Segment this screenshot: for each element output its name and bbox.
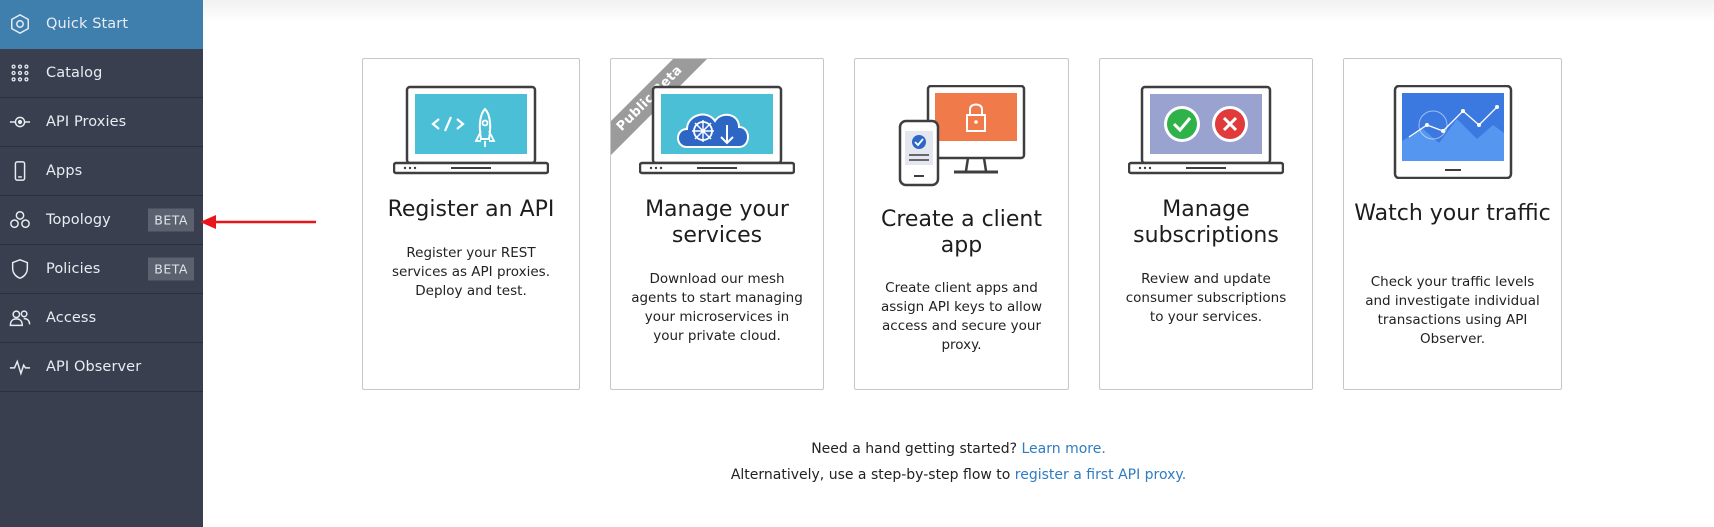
pulse-icon	[9, 356, 31, 378]
sidebar-item-label: Policies	[46, 261, 101, 277]
sidebar-item-quick-start[interactable]: Quick Start	[0, 0, 203, 49]
phone-icon	[9, 160, 31, 182]
sidebar-item-topology[interactable]: Topology BETA	[0, 196, 203, 245]
card-manage-services[interactable]: Public Beta Manage your services Downloa…	[610, 58, 824, 390]
beta-badge: BETA	[148, 257, 194, 281]
card-title: Create a client app	[881, 207, 1042, 258]
card-title: Manage subscriptions	[1133, 197, 1279, 248]
card-title: Watch your traffic	[1354, 201, 1551, 226]
main-top-shadow	[203, 0, 1714, 22]
laptop-chart-icon	[1344, 85, 1561, 179]
annotation-arrow-icon	[200, 215, 316, 229]
learn-more-link[interactable]: Learn more.	[1022, 441, 1106, 457]
sidebar-item-label: Catalog	[46, 65, 103, 81]
monitor-lock-icon	[855, 85, 1068, 187]
card-manage-subscriptions[interactable]: Manage subscriptions Review and update c…	[1099, 58, 1313, 390]
help-line: Need a hand getting started? Learn more.	[203, 441, 1714, 457]
card-watch-traffic[interactable]: Watch your traffic Check your traffic le…	[1343, 58, 1562, 390]
sidebar-item-label: API Proxies	[46, 114, 127, 130]
card-description: Check your traffic levels and investigat…	[1365, 274, 1540, 347]
sidebar-item-label: Topology	[46, 212, 111, 228]
card-create-client-app[interactable]: Create a client app Create client apps a…	[854, 58, 1069, 390]
laptop-rocket-icon	[363, 85, 579, 177]
shield-icon	[9, 258, 31, 280]
card-title: Manage your services	[645, 197, 789, 248]
sidebar: Quick Start Catalog API Proxies Apps Top…	[0, 0, 203, 527]
card-description: Download our mesh agents to start managi…	[631, 271, 803, 344]
api-proxy-icon	[9, 111, 31, 133]
card-description: Create client apps and assign API keys t…	[880, 280, 1043, 353]
laptop-cloud-icon	[611, 85, 823, 177]
card-register-api[interactable]: Register an API Register your REST servi…	[362, 58, 580, 390]
grid-icon	[9, 62, 31, 84]
sidebar-item-catalog[interactable]: Catalog	[0, 49, 203, 98]
card-description: Register your REST services as API proxi…	[392, 245, 550, 299]
card-title: Register an API	[387, 197, 555, 222]
card-description: Review and update consumer subscriptions…	[1125, 271, 1287, 325]
users-icon	[9, 307, 31, 329]
help-text: Need a hand getting started?	[811, 441, 1018, 457]
beta-badge: BETA	[148, 208, 194, 232]
sidebar-item-label: Quick Start	[46, 16, 129, 32]
sidebar-item-api-observer[interactable]: API Observer	[0, 343, 203, 392]
alternative-text: Alternatively, use a step-by-step flow t…	[730, 467, 1011, 483]
laptop-check-cross-icon	[1100, 85, 1312, 177]
register-first-proxy-link[interactable]: register a first API proxy.	[1015, 467, 1186, 483]
alternative-line: Alternatively, use a step-by-step flow t…	[203, 467, 1714, 483]
topology-icon	[9, 209, 31, 231]
sidebar-item-label: API Observer	[46, 359, 142, 375]
sidebar-item-label: Access	[46, 310, 97, 326]
sidebar-item-api-proxies[interactable]: API Proxies	[0, 98, 203, 147]
sidebar-item-apps[interactable]: Apps	[0, 147, 203, 196]
sidebar-item-label: Apps	[46, 163, 83, 179]
sidebar-item-access[interactable]: Access	[0, 294, 203, 343]
quick-start-icon	[9, 13, 31, 35]
sidebar-item-policies[interactable]: Policies BETA	[0, 245, 203, 294]
